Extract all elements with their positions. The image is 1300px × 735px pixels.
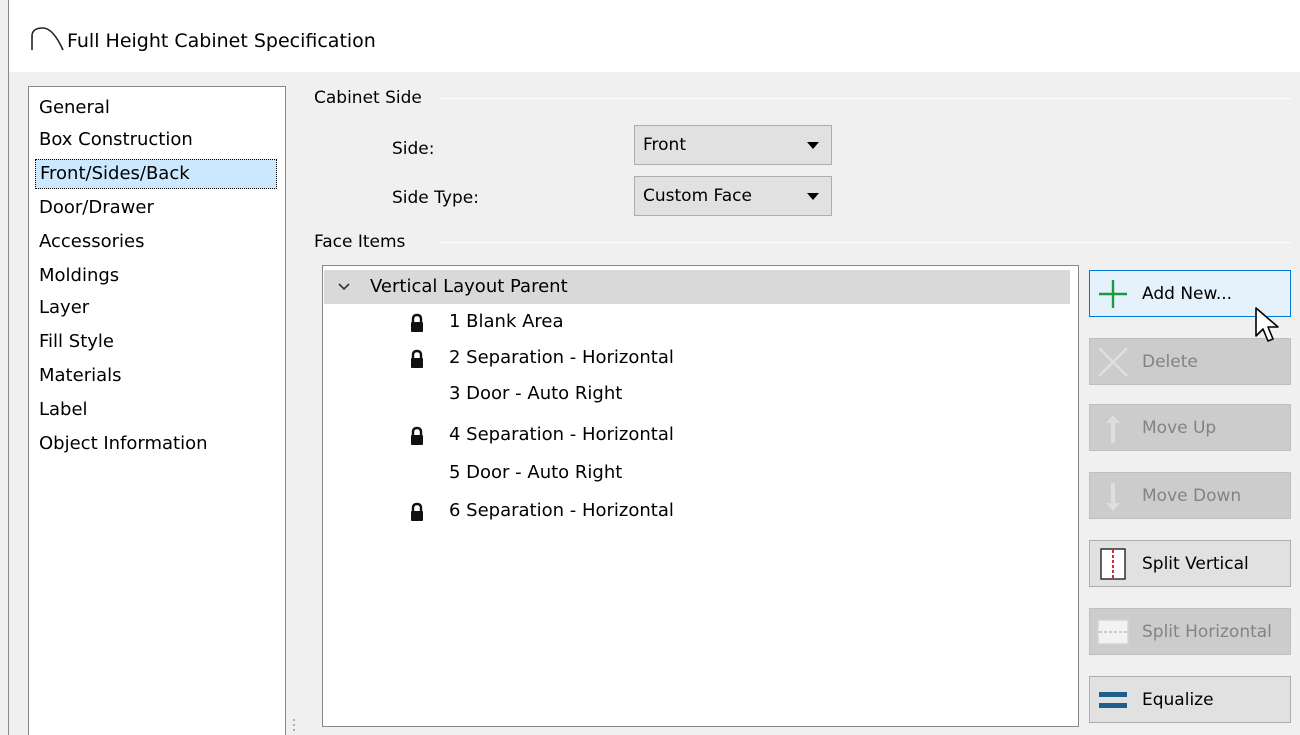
category-list[interactable]: General Box Construction Front/Sides/Bac…: [28, 86, 286, 735]
tree-row-parent[interactable]: Vertical Layout Parent: [324, 270, 1070, 304]
tree-row[interactable]: 5 Door - Auto Right: [323, 456, 1078, 490]
sidebar-item-layer[interactable]: Layer: [35, 293, 93, 323]
split-vertical-label: Split Vertical: [1142, 554, 1249, 574]
split-horizontal-icon: [1097, 619, 1129, 645]
split-vertical-button[interactable]: Split Vertical: [1089, 540, 1291, 587]
tree-row[interactable]: 2 Separation - Horizontal: [323, 341, 1078, 375]
cabinet-side-divider: [441, 98, 1291, 99]
tree-item-label: 2 Separation - Horizontal: [449, 347, 674, 368]
sidebar-item-object-information[interactable]: Object Information: [35, 429, 212, 459]
equalize-label: Equalize: [1142, 690, 1214, 710]
move-up-label: Move Up: [1142, 418, 1217, 438]
move-down-button[interactable]: Move Down: [1089, 472, 1291, 519]
side-type-label: Side Type:: [392, 188, 479, 208]
tree-row[interactable]: 4 Separation - Horizontal: [323, 418, 1078, 452]
window-title: Full Height Cabinet Specification: [67, 30, 376, 52]
tree-row[interactable]: 1 Blank Area: [323, 305, 1078, 339]
split-horizontal-button[interactable]: Split Horizontal: [1089, 608, 1291, 655]
move-down-label: Move Down: [1142, 486, 1242, 506]
equalize-button[interactable]: Equalize: [1089, 676, 1291, 723]
sidebar-item-fill-style[interactable]: Fill Style: [35, 327, 118, 357]
delete-x-icon: [1098, 347, 1128, 377]
mouse-pointer-icon: [1255, 307, 1279, 342]
arrow-down-icon: [1106, 483, 1120, 511]
face-items-tree[interactable]: Vertical Layout Parent 1 Blank Area 2 Se…: [322, 265, 1079, 727]
cabinet-arch-icon: [31, 27, 64, 51]
tree-row[interactable]: 6 Separation - Horizontal: [323, 494, 1078, 528]
lock-icon: [411, 313, 423, 332]
cabinet-side-group-title: Cabinet Side: [314, 88, 430, 108]
tree-item-label: 5 Door - Auto Right: [449, 462, 623, 483]
tree-item-label: 1 Blank Area: [449, 311, 564, 332]
side-label: Side:: [392, 139, 435, 159]
sidebar-item-box-construction[interactable]: Box Construction: [35, 125, 197, 155]
plus-icon: [1099, 280, 1127, 308]
move-up-button[interactable]: Move Up: [1089, 404, 1291, 451]
side-dropdown-value: Front: [643, 135, 686, 155]
face-items-divider: [441, 242, 1291, 243]
tree-item-label: 4 Separation - Horizontal: [449, 424, 674, 445]
title-bar: Full Height Cabinet Specification: [9, 0, 1300, 72]
dropdown-arrow-icon: [807, 142, 819, 149]
arrow-up-icon: [1106, 415, 1120, 443]
lock-icon: [411, 502, 423, 521]
tree-parent-label: Vertical Layout Parent: [370, 276, 568, 297]
split-horizontal-label: Split Horizontal: [1142, 622, 1272, 642]
sidebar-item-label[interactable]: Label: [35, 395, 92, 425]
tree-item-label: 3 Door - Auto Right: [449, 383, 623, 404]
lock-icon: [411, 426, 423, 445]
side-dropdown[interactable]: Front: [634, 125, 832, 165]
delete-label: Delete: [1142, 352, 1198, 372]
sidebar-item-door-drawer[interactable]: Door/Drawer: [35, 193, 158, 223]
side-type-dropdown-value: Custom Face: [643, 186, 752, 206]
chevron-down-icon[interactable]: [338, 282, 350, 292]
sidebar-item-front-sides-back[interactable]: Front/Sides/Back: [35, 159, 277, 189]
face-items-group-title: Face Items: [314, 232, 414, 252]
equalize-icon: [1099, 692, 1127, 708]
splitter-grip[interactable]: [291, 716, 297, 734]
dropdown-arrow-icon: [807, 193, 819, 200]
dialog-window: Full Height Cabinet Specification Genera…: [8, 0, 1300, 735]
split-vertical-icon: [1100, 548, 1126, 580]
side-type-dropdown[interactable]: Custom Face: [634, 176, 832, 216]
add-new-label: Add New...: [1142, 284, 1233, 304]
tree-item-label: 6 Separation - Horizontal: [449, 500, 674, 521]
lock-icon: [411, 349, 423, 368]
tree-row[interactable]: 3 Door - Auto Right: [323, 377, 1078, 411]
sidebar-item-general[interactable]: General: [35, 93, 114, 123]
sidebar-item-accessories[interactable]: Accessories: [35, 227, 149, 257]
sidebar-item-moldings[interactable]: Moldings: [35, 261, 123, 291]
sidebar-item-materials[interactable]: Materials: [35, 361, 126, 391]
